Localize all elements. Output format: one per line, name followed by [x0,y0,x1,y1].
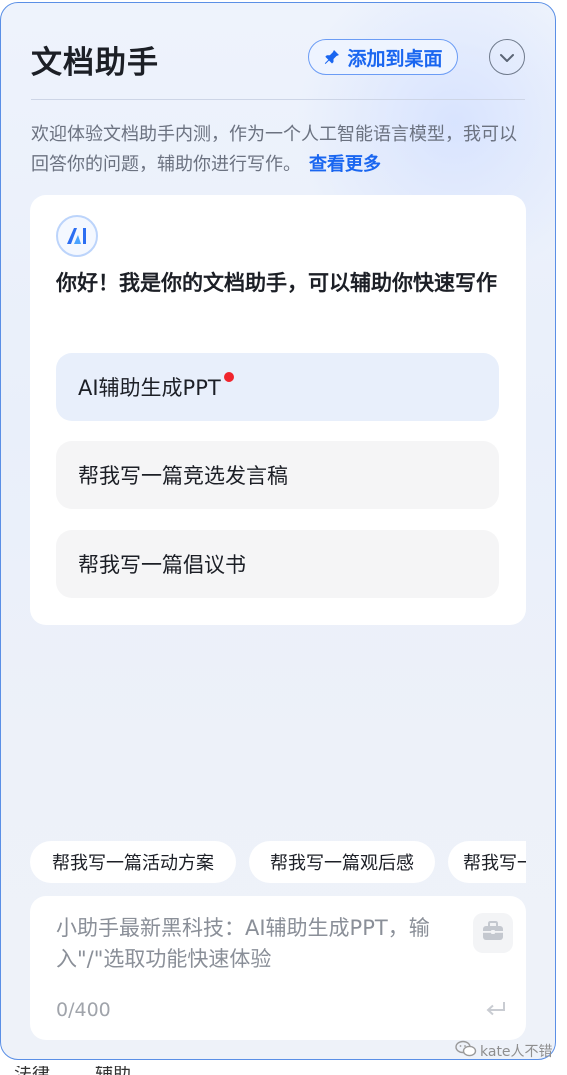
watermark: kate人不错 [455,1040,553,1062]
welcome-card: 你好！我是你的文档助手，可以辅助你快速写作 AI辅助生成PPT 帮我写一篇竞选发… [30,195,526,625]
panel-title: 文档助手 [31,45,159,81]
quick-chip-activity-plan[interactable]: 帮我写一篇活动方案 [30,841,236,883]
wechat-icon [455,1040,477,1062]
suggestion-label: AI辅助生成PPT [78,376,221,400]
below-panel-text-1: 法律 [14,1066,50,1075]
message-composer[interactable]: 小助手最新黑科技：AI辅助生成PPT，输入"/"选取功能快速体验 0/400 [30,896,526,1040]
new-badge-dot [223,372,234,382]
add-to-desktop-button[interactable]: 添加到桌面 [308,39,458,75]
chevron-down-icon [499,48,515,67]
quick-chips-row: 帮我写一篇活动方案 帮我写一篇观后感 帮我写一 [1,833,526,893]
collapse-button[interactable] [489,39,525,75]
intro-text-block: 欢迎体验文档助手内测，作为一个人工智能语言模型，我可以回答你的问题，辅助你进行写… [31,120,531,180]
below-panel-text-2: 辅助 [95,1066,131,1075]
char-counter: 0/400 [56,999,111,1021]
quick-chip-review[interactable]: 帮我写一篇观后感 [249,841,435,883]
add-to-desktop-label: 添加到桌面 [347,47,443,70]
suggestion-campaign-speech[interactable]: 帮我写一篇竞选发言稿 [56,441,499,509]
suggestion-label: 帮我写一篇倡议书 [78,553,246,577]
suggestion-label: 帮我写一篇竞选发言稿 [78,464,288,488]
pin-icon [323,48,341,66]
toolbox-button[interactable] [473,913,513,953]
chip-label: 帮我写一篇活动方案 [52,853,214,874]
suggestion-proposal[interactable]: 帮我写一篇倡议书 [56,530,499,598]
header-divider [31,99,525,100]
greeting-text: 你好！我是你的文档助手，可以辅助你快速写作 [56,271,497,295]
suggestion-ai-ppt[interactable]: AI辅助生成PPT [56,353,499,421]
composer-placeholder[interactable]: 小助手最新黑科技：AI辅助生成PPT，输入"/"选取功能快速体验 [56,913,471,975]
chip-label: 帮我写一篇观后感 [270,853,414,874]
send-enter-icon[interactable] [485,1000,507,1022]
assistant-panel: 文档助手 添加到桌面 欢迎体验文档助手内测，作为一个人工智能语言模型，我可以回答… [0,2,556,1060]
ai-logo-icon [56,215,98,257]
see-more-link[interactable]: 查看更多 [309,154,381,175]
watermark-text: kate人不错 [480,1044,553,1060]
intro-text: 欢迎体验文档助手内测，作为一个人工智能语言模型，我可以回答你的问题，辅助你进行写… [31,124,517,175]
quick-chip-partial[interactable]: 帮我写一 [448,841,526,883]
chip-label: 帮我写一 [463,853,526,874]
toolbox-icon [481,920,505,946]
